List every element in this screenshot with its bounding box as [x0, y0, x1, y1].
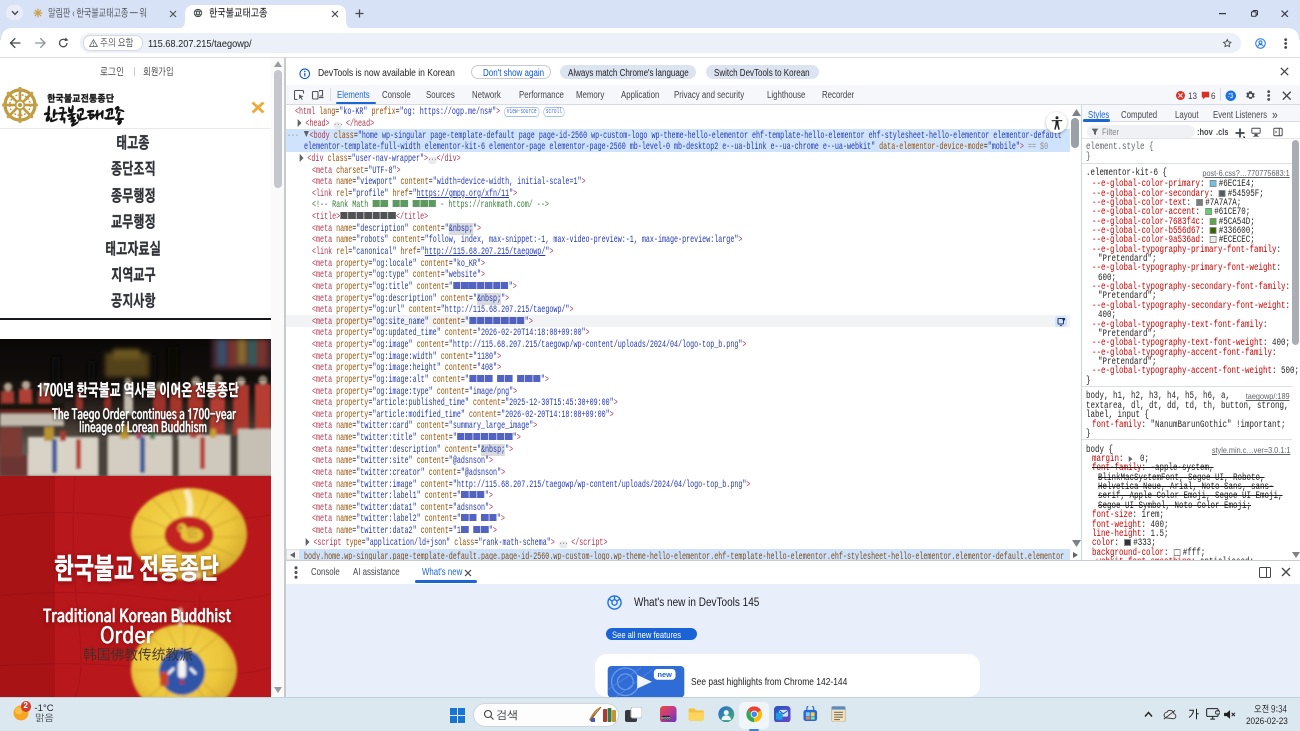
svg-text:new: new — [658, 670, 673, 679]
svg-text:M365: M365 — [662, 716, 671, 720]
